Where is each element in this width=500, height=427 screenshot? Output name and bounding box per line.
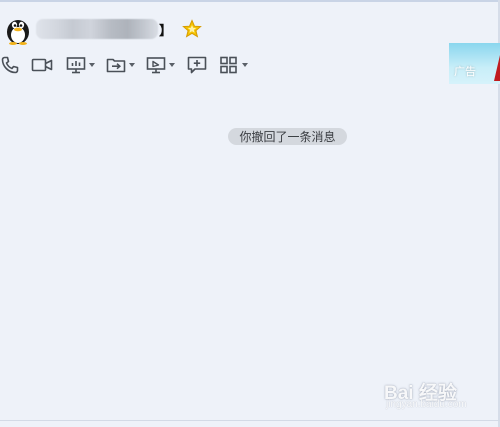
- new-chat-button[interactable]: [187, 54, 207, 76]
- apps-button[interactable]: [219, 54, 248, 76]
- folder-send-icon: [106, 58, 126, 73]
- contact-avatar[interactable]: [4, 15, 32, 45]
- chat-plus-icon: [187, 56, 207, 74]
- presentation-icon: [66, 57, 86, 74]
- contact-name-redacted: [36, 19, 158, 39]
- favorite-star[interactable]: [182, 19, 202, 39]
- remote-desktop-dropdown-caret[interactable]: [169, 63, 175, 67]
- phone-icon: [1, 56, 19, 74]
- video-call-button[interactable]: [31, 54, 53, 76]
- recall-notice-text: 你撤回了一条消息: [239, 130, 336, 144]
- apps-grid-icon: [220, 56, 237, 74]
- chat-input-divider: [0, 420, 500, 421]
- send-file-button[interactable]: [106, 54, 135, 76]
- recall-notice: 你撤回了一条消息: [228, 128, 347, 145]
- voice-call-button[interactable]: [0, 54, 20, 76]
- contact-name[interactable]: 】: [36, 19, 172, 39]
- star-icon: [182, 19, 202, 38]
- ad-graphic: [494, 55, 500, 81]
- send-file-dropdown-caret[interactable]: [129, 63, 135, 67]
- penguin-avatar-icon: [7, 20, 29, 45]
- share-screen-button[interactable]: [66, 54, 95, 76]
- ad-label: 广告: [454, 65, 476, 78]
- baidu-jingyan-watermark: Bai 经验 jingyan.baidu.com: [380, 372, 476, 412]
- window-top-border: [0, 0, 500, 2]
- monitor-icon: [146, 57, 166, 74]
- remote-desktop-button[interactable]: [146, 54, 175, 76]
- video-camera-icon: [31, 58, 53, 72]
- share-screen-dropdown-caret[interactable]: [89, 63, 95, 67]
- contact-name-suffix: 】: [159, 23, 172, 39]
- ad-banner[interactable]: 广告: [449, 43, 500, 84]
- apps-dropdown-caret[interactable]: [242, 63, 248, 67]
- watermark-url: jingyan.baidu.com: [386, 399, 467, 410]
